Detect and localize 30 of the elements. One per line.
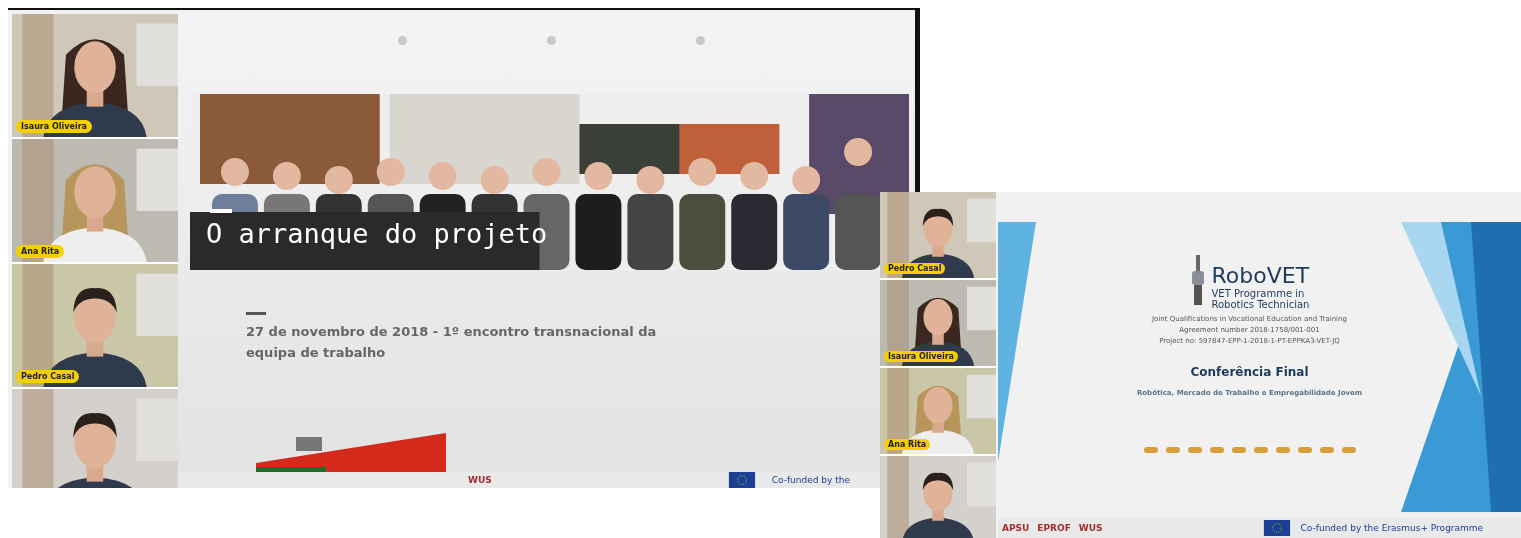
dot-icon <box>398 36 407 45</box>
slide-subtitle: 27 de novembro de 2018 - 1º encontro transnacional da equipa de trabalho <box>246 323 658 362</box>
dot-icon <box>547 36 556 45</box>
slide-title: Conferência Final <box>1190 365 1309 379</box>
logo-icon <box>1275 447 1290 453</box>
logo-icon <box>1231 447 1246 453</box>
logo-icon <box>1253 447 1268 453</box>
footer-logo-text: EPROF <box>1037 523 1071 533</box>
logo-icon <box>1165 447 1180 453</box>
participant-name: Pedro Casal <box>16 370 80 383</box>
participant-name: Isaura Oliveira <box>884 351 958 362</box>
footer-logo-text: APSU <box>1002 523 1030 533</box>
footer-logo-text: Co-funded by the Erasmus+ Programme <box>1300 523 1484 533</box>
brand-tagline: VET Programme in Robotics Technician <box>1211 288 1311 310</box>
logo-icon <box>1143 447 1158 453</box>
logo-icon <box>1209 447 1224 453</box>
footer-logo-text: WUS <box>1078 523 1103 533</box>
participant-name: Ana Rita <box>884 439 931 450</box>
brand-name: RoboVET <box>1211 264 1311 288</box>
footer-logo-text: Co-funded by the <box>771 475 850 485</box>
logo-icon <box>1341 447 1356 453</box>
participant-name: Ana Rita <box>16 245 65 258</box>
footer-logo-text: WUS <box>468 475 492 485</box>
accent-bar <box>246 312 266 315</box>
participant-name: Isaura Oliveira <box>16 120 92 133</box>
dot-icon <box>696 36 705 45</box>
logo-icon <box>1187 447 1202 453</box>
logo-icon <box>1319 447 1334 453</box>
logo-icon <box>1297 447 1312 453</box>
participant-name: Pedro Casal <box>884 263 946 274</box>
